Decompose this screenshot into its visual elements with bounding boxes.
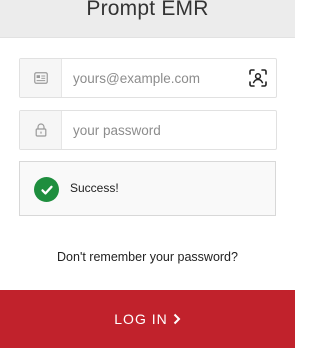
check-circle-icon [34, 177, 59, 202]
status-text: Success! [70, 181, 119, 195]
email-input[interactable] [73, 59, 253, 97]
email-field [19, 58, 277, 98]
id-card-icon [20, 59, 62, 97]
password-field [19, 110, 277, 150]
header-bar: Prompt EMR [0, 0, 295, 38]
lock-icon [20, 111, 62, 149]
status-message: Success! [19, 161, 276, 216]
password-input[interactable] [73, 111, 253, 149]
chevron-right-icon [173, 313, 181, 325]
app-title: Prompt EMR [86, 0, 209, 20]
forgot-password-link[interactable]: Don't remember your password? [0, 250, 295, 264]
login-button[interactable]: LOG IN [0, 290, 295, 348]
face-id-icon[interactable] [248, 68, 268, 88]
login-button-label: LOG IN [114, 311, 168, 327]
